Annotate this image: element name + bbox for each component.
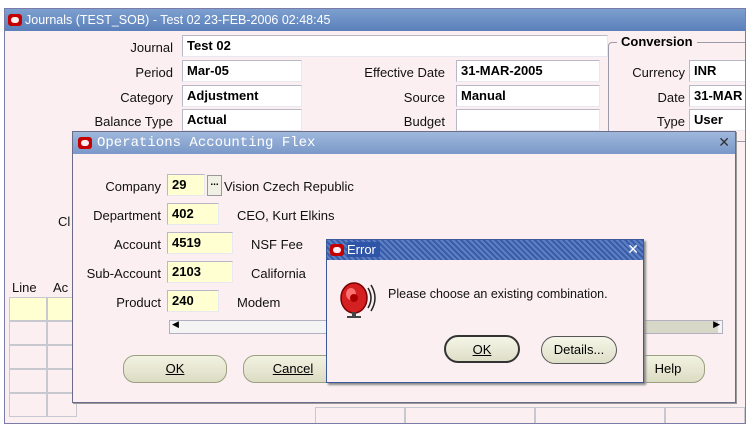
company-label: Company [105, 179, 161, 194]
product-label: Product [116, 295, 161, 310]
period-label: Period [135, 65, 173, 80]
sub-account-description: California [251, 266, 306, 281]
grid-cell[interactable] [9, 393, 47, 417]
flex-cancel-label: Cancel [272, 361, 314, 376]
account-description: NSF Fee [251, 237, 304, 252]
close-icon[interactable]: ✕ [627, 240, 639, 260]
window-title: Journals (TEST_SOB) - Test 02 23-FEB-200… [25, 13, 331, 27]
conversion-title: Conversion [617, 34, 697, 49]
error-dialog-titlebar[interactable]: Error ✕ [327, 240, 643, 260]
error-ok-label: OK [472, 342, 492, 357]
grid-cell[interactable] [9, 369, 47, 393]
error-ok-button[interactable]: OK [444, 335, 520, 363]
journal-field[interactable]: Test 02 [182, 35, 608, 57]
flex-ok-button[interactable]: OK [123, 355, 227, 383]
flex-dialog-titlebar[interactable]: Operations Accounting Flex ✕ [73, 132, 735, 154]
category-field[interactable]: Adjustment [182, 85, 302, 107]
ac-column-header: Ac [53, 280, 69, 295]
sub-account-field[interactable]: 2103 [167, 261, 233, 283]
currency-label: Currency [632, 65, 685, 80]
grid-cell[interactable] [405, 407, 535, 423]
period-field[interactable]: Mar-05 [182, 60, 302, 82]
currency-field[interactable]: INR [689, 60, 745, 82]
alarm-bell-icon [337, 274, 377, 318]
company-description: Vision Czech Republic [224, 179, 354, 194]
balance-type-label: Balance Type [94, 114, 173, 129]
flex-ok-label: OK [165, 361, 185, 376]
conversion-date-label: Date [657, 90, 685, 105]
grid-cell[interactable] [535, 407, 665, 423]
grid-cell[interactable] [665, 407, 745, 423]
company-field[interactable]: 29 [167, 174, 205, 196]
close-icon[interactable]: ✕ [718, 132, 730, 154]
company-lov-button[interactable]: ... [207, 175, 222, 196]
error-details-button[interactable]: Details... [541, 336, 617, 364]
grid-cell[interactable] [9, 297, 47, 321]
grid-cell[interactable] [9, 321, 47, 345]
sub-account-label: Sub-Account [86, 266, 161, 281]
source-field[interactable]: Manual [456, 85, 600, 107]
source-label: Source [403, 90, 445, 105]
line-column-header: Line [12, 280, 37, 295]
account-label: Account [114, 237, 161, 252]
scroll-left-icon[interactable]: ◀ [172, 319, 179, 330]
department-field[interactable]: 402 [167, 203, 219, 225]
error-details-label: Details... [553, 342, 605, 357]
grid-cell[interactable] [9, 345, 47, 369]
product-description: Modem [237, 295, 281, 310]
flex-dialog-title: Operations Accounting Flex [97, 135, 316, 151]
cl-label: Cl [58, 214, 71, 229]
conversion-type-label: Type [656, 114, 685, 129]
error-message: Please choose an existing combination. [388, 287, 608, 301]
category-label: Category [120, 90, 173, 105]
grid-cell[interactable] [315, 407, 405, 423]
conversion-date-field[interactable]: 31-MAR [689, 85, 745, 107]
budget-field[interactable] [456, 109, 600, 131]
account-field[interactable]: 4519 [167, 232, 233, 254]
help-label: Help [654, 361, 682, 376]
conversion-type-field[interactable]: User [689, 109, 745, 131]
oracle-logo-icon [78, 137, 92, 149]
department-label: Department [93, 208, 161, 223]
oracle-logo-icon [330, 244, 344, 256]
effective-date-label: Effective Date [364, 65, 445, 80]
budget-label: Budget [403, 114, 445, 129]
effective-date-field[interactable]: 31-MAR-2005 [456, 60, 600, 82]
product-field[interactable]: 240 [167, 290, 219, 312]
scroll-right-icon[interactable]: ▶ [713, 319, 720, 330]
error-dialog: Error ✕ Please choose an existing combin… [326, 239, 644, 383]
journal-label: Journal [130, 40, 173, 55]
error-dialog-title: Error [347, 242, 380, 257]
balance-type-field[interactable]: Actual [182, 109, 302, 131]
department-description: CEO, Kurt Elkins [237, 208, 335, 223]
oracle-logo-icon [8, 14, 22, 26]
journals-titlebar[interactable]: Journals (TEST_SOB) - Test 02 23-FEB-200… [5, 9, 745, 31]
